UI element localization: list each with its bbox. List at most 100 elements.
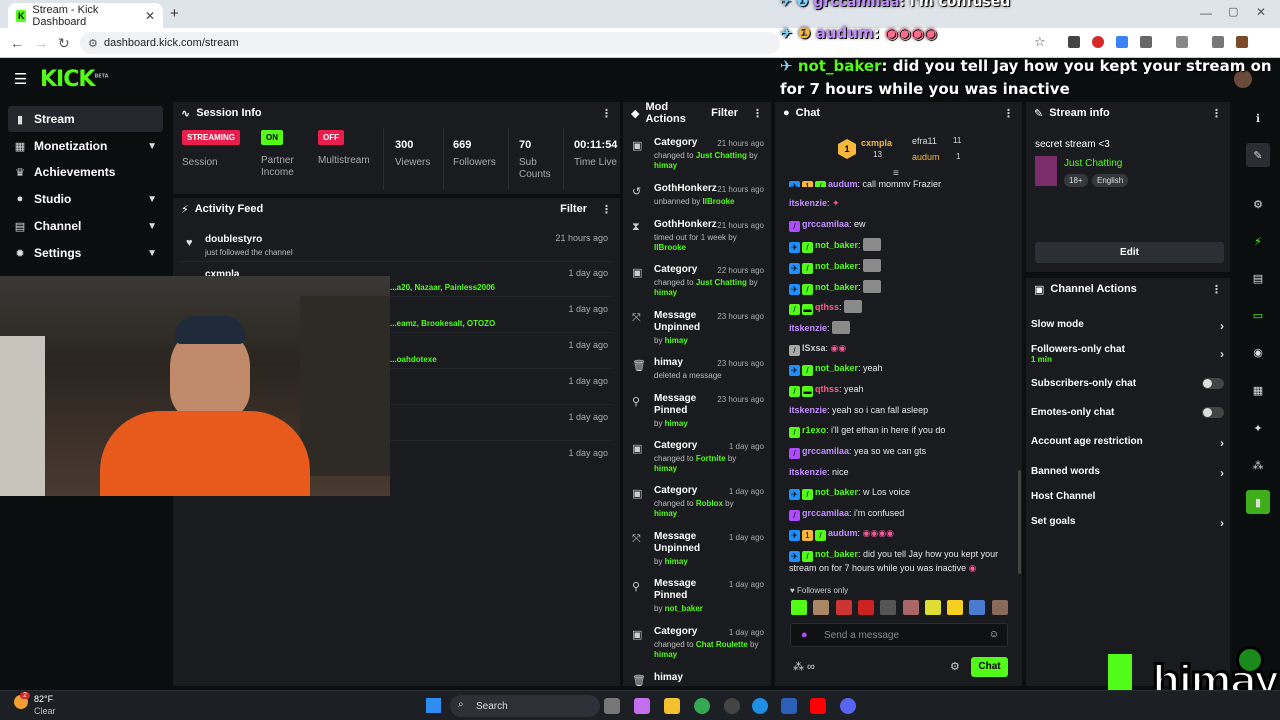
mod-action-item[interactable]: ⧗ GothHonkerz 21 hours ago timed out for… <box>628 219 768 259</box>
extensions-puzzle-icon[interactable] <box>1140 36 1152 48</box>
mod-action-item[interactable]: ⤧ Message Unpinned 23 hours ago by himay <box>628 310 768 350</box>
chat-message[interactable]: itskenzie: <box>789 321 1015 335</box>
chat-username[interactable]: itskenzie <box>789 405 827 415</box>
chat-username[interactable]: audum <box>828 179 858 187</box>
chat-input[interactable]: ● Send a message ☺ <box>790 623 1008 647</box>
chat-message[interactable]: ✈ / not_baker: <box>789 238 1015 253</box>
mod-action-actor[interactable]: himay <box>654 509 677 518</box>
close-window-icon[interactable]: ✕ <box>1256 5 1266 19</box>
emotes-only-toggle[interactable] <box>1202 407 1224 418</box>
chat-username[interactable]: not_baker <box>815 282 858 292</box>
followers-only-row[interactable]: Followers-only chat 1 min › <box>1031 344 1226 366</box>
chat-username[interactable]: grccamilaa <box>802 446 849 456</box>
more-options-icon[interactable]: ⋮ <box>1211 283 1222 296</box>
mod-action-item[interactable]: ⚲ Message Pinned 23 hours ago by himay <box>628 393 768 433</box>
pencil-icon[interactable]: ✎ <box>1246 143 1270 167</box>
emote-picker-icon[interactable] <box>924 600 941 615</box>
mod-action-target[interactable]: Fortnite <box>696 454 726 463</box>
banned-words-row[interactable]: Banned words › <box>1031 466 1226 480</box>
chat-username[interactable]: itskenzie <box>789 323 827 333</box>
emote-picker-icon[interactable] <box>791 600 807 615</box>
chat-message[interactable]: itskenzie: nice <box>789 466 1015 479</box>
chat-username[interactable]: grccamilaa <box>802 219 849 229</box>
emote-picker-icon[interactable] <box>813 600 830 615</box>
windows-start-icon[interactable] <box>426 698 441 713</box>
chat-message[interactable]: ✈ / not_baker: <box>789 259 1015 274</box>
more-options-icon[interactable]: ⋮ <box>601 203 612 216</box>
minimize-icon[interactable]: — <box>1200 6 1212 20</box>
app-icon[interactable]: ▮ <box>1246 490 1270 514</box>
chat-username[interactable]: lSxsa <box>802 343 826 353</box>
points-icon[interactable]: ⁂ ∞ <box>793 660 815 673</box>
chat-message[interactable]: / lSxsa: ◉◉ <box>789 342 1015 356</box>
broadcast-icon[interactable]: ◉ <box>1246 340 1270 364</box>
mod-action-target[interactable]: IlBrooke <box>654 243 686 252</box>
chat-message[interactable]: ✈ 1/audum: ◉◉◉◉ <box>789 527 1015 541</box>
chat-username[interactable]: not_baker <box>815 487 858 497</box>
downloads-icon[interactable] <box>1212 36 1224 48</box>
category-link[interactable]: Just Chatting <box>1064 158 1122 169</box>
mod-action-target[interactable]: Just Chatting <box>696 151 747 160</box>
chat-username[interactable]: qthss <box>815 384 839 394</box>
mod-action-target[interactable]: himay <box>665 419 688 428</box>
mod-action-item[interactable]: ▣ Category 21 hours ago changed to Just … <box>628 137 768 177</box>
chat-username[interactable]: not_baker <box>815 549 858 559</box>
subscribers-only-toggle[interactable] <box>1202 378 1224 389</box>
profile-icon[interactable] <box>1236 36 1248 48</box>
list-item[interactable]: ♥ doublestyro just followed the channel … <box>180 228 612 262</box>
emote-picker-icon[interactable] <box>880 600 897 615</box>
filter-button[interactable]: Filter <box>560 203 587 215</box>
mod-action-actor[interactable]: himay <box>654 288 677 297</box>
edge-icon[interactable] <box>752 698 768 714</box>
mod-action-item[interactable]: ▣ Category 1 day ago changed to Chat Rou… <box>628 626 768 666</box>
url-input[interactable]: ⚙ dashboard.kick.com/stream <box>80 32 780 54</box>
mod-action-item[interactable]: ▣ Category 1 day ago changed to Fortnite… <box>628 440 768 480</box>
back-icon[interactable]: ← <box>10 35 24 51</box>
extension-icon[interactable] <box>1068 36 1080 48</box>
chat-username[interactable]: audum <box>828 528 858 538</box>
sidebar-item-settings[interactable]: ✹ Settings ▼ <box>8 240 163 266</box>
chat-message[interactable]: itskenzie: yeah so i can fall asleep <box>789 404 1015 417</box>
task-view-icon[interactable] <box>604 698 620 714</box>
settings-icon[interactable]: ⚙ <box>1246 192 1270 216</box>
wrench-icon[interactable]: ✦ <box>1246 416 1270 440</box>
sidebar-item-channel[interactable]: ▤ Channel ▼ <box>8 213 163 239</box>
mod-action-target[interactable]: himay <box>665 557 688 566</box>
chat-message[interactable]: ✈ 1/audum: call mommy Frazier <box>789 178 1015 187</box>
emote-picker-icon[interactable] <box>947 600 964 615</box>
set-goals-row[interactable]: Set goals › <box>1031 516 1226 530</box>
more-options-icon[interactable]: ⋮ <box>1211 107 1222 120</box>
chat-message[interactable]: ✈ / not_baker: w Los voice <box>789 486 1015 500</box>
emoji-icon[interactable]: ☺ <box>989 629 999 640</box>
account-age-row[interactable]: Account age restriction › <box>1031 436 1226 450</box>
dots-icon[interactable]: ⁂ <box>1246 453 1270 477</box>
emote-picker-icon[interactable] <box>902 600 919 615</box>
gear-icon[interactable]: ⚙ <box>950 660 960 673</box>
mod-action-item[interactable]: ⤧ Message Unpinned 1 day ago by himay <box>628 531 768 571</box>
youtube-icon[interactable] <box>810 698 826 714</box>
more-options-icon[interactable]: ⋮ <box>1003 107 1014 120</box>
chat-message[interactable]: / grccamilaa: i'm confused <box>789 507 1015 521</box>
mod-action-target[interactable]: Chat Roulette <box>696 640 748 649</box>
chat-message[interactable]: / r1exo: i'll get ethan in here if you do <box>789 424 1015 438</box>
chat-message[interactable]: ✈ / not_baker: did you tell Jay how you ke… <box>789 548 1015 575</box>
emote-picker-icon[interactable] <box>991 600 1008 615</box>
chat-username[interactable]: qthss <box>815 302 839 312</box>
chat-message[interactable]: / grccamilaa: ew <box>789 218 1015 232</box>
forward-icon[interactable]: → <box>34 35 48 51</box>
chat-username[interactable]: itskenzie <box>789 467 827 477</box>
mod-action-target[interactable]: Just Chatting <box>696 278 747 287</box>
mod-action-target[interactable]: not_baker <box>665 604 703 613</box>
gifter-name[interactable]: efra11 <box>912 136 937 146</box>
mod-action-item[interactable]: ⚲ Message Pinned 1 day ago by not_baker <box>628 578 768 618</box>
menu-hamburger-icon[interactable]: ☰ <box>14 70 27 88</box>
chat-message[interactable]: itskenzie: ✦ <box>789 197 1015 210</box>
copilot-icon[interactable] <box>634 698 650 714</box>
reading-list-icon[interactable] <box>1176 36 1188 48</box>
sidebar-item-stream[interactable]: ▮ Stream <box>8 106 163 132</box>
taskbar-search[interactable]: ⌕ Search <box>450 695 600 717</box>
chat-username[interactable]: r1exo <box>802 425 826 435</box>
store-icon[interactable] <box>781 698 797 714</box>
bookmark-star-icon[interactable]: ☆ <box>1034 34 1046 50</box>
filter-button[interactable]: Filter <box>711 107 738 119</box>
